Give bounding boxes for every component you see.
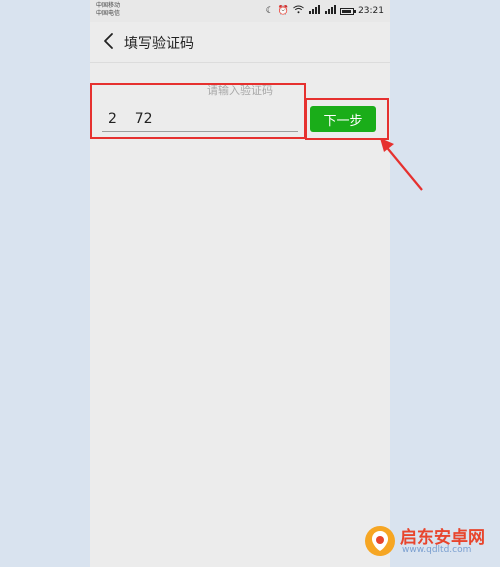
wifi-icon <box>293 5 304 17</box>
status-time: 23:21 <box>358 6 384 16</box>
watermark: 启东安卓网 www.qdltd.com <box>364 521 496 563</box>
watermark-url: www.qdltd.com <box>402 545 472 555</box>
arrow-annotation <box>380 138 423 191</box>
signal-icon <box>308 5 321 17</box>
page-title: 填写验证码 <box>124 36 194 52</box>
status-icons: ☾ ⏰ 23:21 <box>266 5 384 17</box>
input-highlight-box <box>90 83 306 139</box>
carrier-info: 中国移动 中国电信 <box>96 2 120 18</box>
watermark-logo-icon <box>365 526 395 556</box>
carrier-1: 中国移动 <box>96 2 121 9</box>
navigation-bar: 填写验证码 <box>90 22 390 63</box>
status-bar: 中国移动 中国电信 ☾ ⏰ 23:21 <box>90 0 390 22</box>
signal-icon-2 <box>324 5 337 17</box>
moon-icon: ☾ <box>265 6 274 16</box>
battery-icon <box>340 7 357 15</box>
chevron-left-icon[interactable] <box>98 30 120 52</box>
alarm-icon: ⏰ <box>277 6 290 16</box>
carrier-2: 中国电信 <box>96 10 121 17</box>
